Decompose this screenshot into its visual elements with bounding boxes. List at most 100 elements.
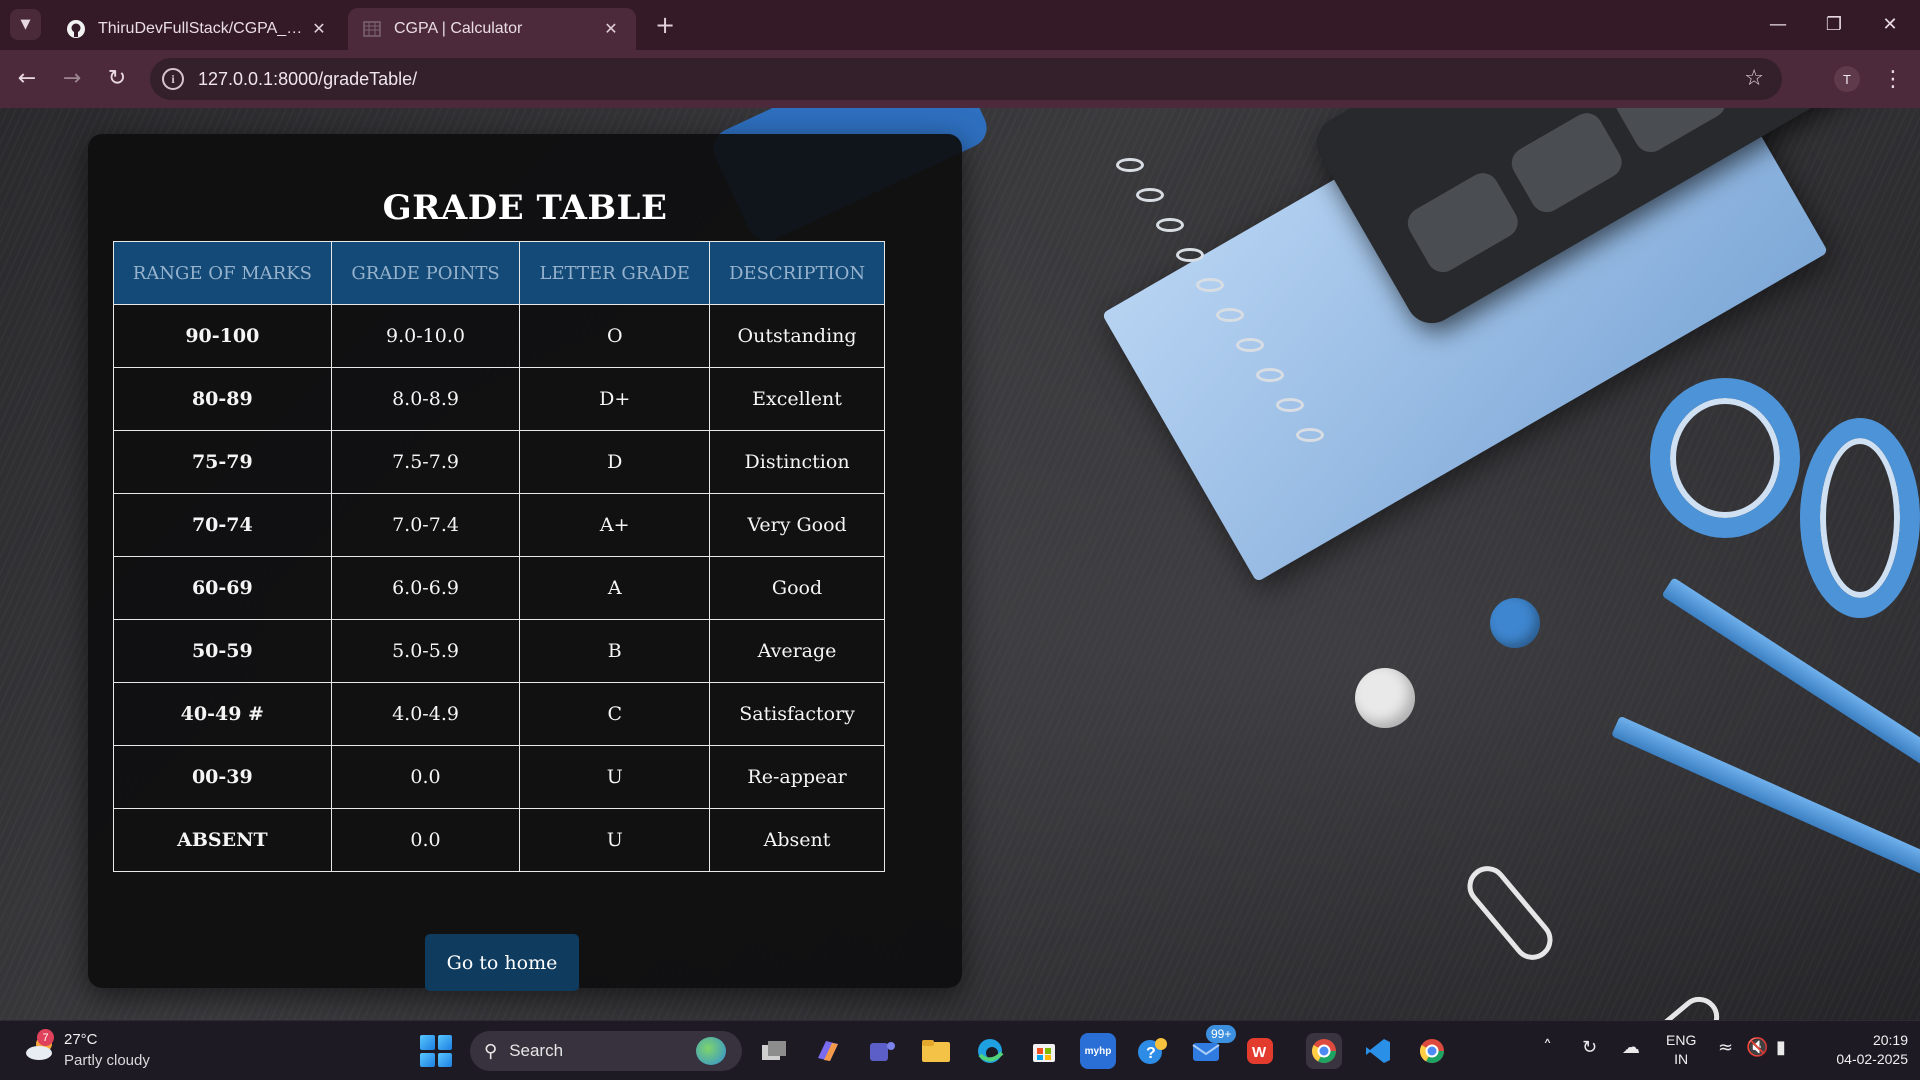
column-header-description: DESCRIPTION <box>709 241 885 305</box>
clock-date: 04-02-2025 <box>1836 1051 1908 1067</box>
system-clock[interactable]: 20:19 04-02-2025 <box>1818 1031 1908 1069</box>
chrome-profile-icon[interactable] <box>1414 1033 1450 1069</box>
cell-description: Excellent <box>709 367 885 431</box>
windows-taskbar: 7 27°C Partly cloudy ⚲ Search myhp ? 99+… <box>0 1020 1920 1080</box>
weather-alert-badge: 7 <box>37 1029 54 1046</box>
tab-title: ThiruDevFullStack/CGPA_Calculator <box>98 20 308 37</box>
minimize-icon: — <box>1769 13 1787 35</box>
chrome-icon[interactable] <box>1306 1033 1342 1069</box>
browser-menu-icon[interactable]: ⋮ <box>1880 64 1906 94</box>
site-info-icon[interactable]: i <box>162 68 184 90</box>
windows-start-icon[interactable] <box>420 1035 452 1067</box>
volume-muted-icon[interactable]: 🔇 <box>1746 1037 1768 1058</box>
cell-letter: C <box>519 682 711 746</box>
cell-points: 7.5-7.9 <box>330 430 521 494</box>
weather-temperature[interactable]: 27°C <box>64 1031 98 1048</box>
notebook-spiral-image <box>1110 138 1410 538</box>
cell-marks: ABSENT <box>113 808 332 872</box>
cell-description: Outstanding <box>709 304 885 368</box>
address-bar[interactable]: i 127.0.0.1:8000/gradeTable/ ☆ <box>150 58 1782 100</box>
table-row: ABSENT 0.0 U Absent <box>113 808 885 872</box>
close-icon[interactable]: ✕ <box>600 19 622 39</box>
tab-github[interactable]: ThiruDevFullStack/CGPA_Calculator ✕ <box>52 8 344 50</box>
cloud-alert-icon[interactable]: ☁ <box>1622 1037 1640 1058</box>
edge-icon[interactable] <box>972 1033 1008 1069</box>
svg-text:W: W <box>1252 1044 1267 1061</box>
svg-text:?: ? <box>1146 1045 1156 1062</box>
cell-marks: 80-89 <box>113 367 332 431</box>
cell-points: 7.0-7.4 <box>330 493 521 557</box>
paperclip-image <box>1459 858 1561 968</box>
region-code: IN <box>1674 1051 1689 1067</box>
cell-marks: 60-69 <box>113 556 332 620</box>
reload-button[interactable]: ↻ <box>100 61 134 95</box>
language-code: ENG <box>1666 1032 1697 1048</box>
cell-description: Distinction <box>709 430 885 494</box>
grade-table-card: GRADE TABLE RANGE OF MARKS GRADE POINTS … <box>88 134 962 991</box>
language-indicator[interactable]: ENG IN <box>1666 1031 1696 1069</box>
new-tab-button[interactable]: + <box>650 10 680 40</box>
cell-points: 5.0-5.9 <box>330 619 521 683</box>
page-title: GRADE TABLE <box>382 188 668 228</box>
cell-points: 9.0-10.0 <box>330 304 521 368</box>
url-text[interactable]: 127.0.0.1:8000/gradeTable/ <box>198 69 417 90</box>
task-view-icon[interactable] <box>756 1033 792 1069</box>
close-window-button[interactable]: ✕ <box>1868 6 1912 42</box>
taskbar-search[interactable]: ⚲ Search <box>470 1031 742 1071</box>
cell-marks: 70-74 <box>113 493 332 557</box>
browser-toolbar: ← → ↻ i 127.0.0.1:8000/gradeTable/ ☆ T ⋮ <box>0 50 1920 108</box>
table-row: 80-89 8.0-8.9 D+ Excellent <box>113 367 885 431</box>
table-row: 40-49 # 4.0-4.9 C Satisfactory <box>113 682 885 746</box>
table-row: 50-59 5.0-5.9 B Average <box>113 619 885 683</box>
battery-icon[interactable]: ▮ <box>1776 1037 1786 1058</box>
minimize-button[interactable]: — <box>1756 6 1800 42</box>
wps-office-icon[interactable]: W <box>1242 1033 1278 1069</box>
help-icon[interactable]: ? <box>1134 1033 1170 1069</box>
close-icon[interactable]: ✕ <box>308 19 330 39</box>
cell-marks: 75-79 <box>113 430 332 494</box>
table-row: 60-69 6.0-6.9 A Good <box>113 556 885 620</box>
cell-letter: A <box>519 556 711 620</box>
restore-button[interactable]: ❐ <box>1812 6 1856 42</box>
go-to-home-button[interactable]: Go to home <box>425 934 579 991</box>
tab-search-button[interactable]: ▼ <box>10 9 41 40</box>
search-icon: ⚲ <box>484 1040 498 1062</box>
plus-icon: + <box>654 11 676 39</box>
white-pushpin-image <box>1355 668 1415 728</box>
page-background: GRADE TABLE RANGE OF MARKS GRADE POINTS … <box>0 108 1920 1020</box>
wifi-icon[interactable]: ≈ <box>1718 1037 1733 1058</box>
cell-points: 8.0-8.9 <box>330 367 521 431</box>
paperclip-image <box>1632 988 1728 1020</box>
cell-marks: 00-39 <box>113 745 332 809</box>
arrow-left-icon: ← <box>17 65 37 91</box>
teams-icon[interactable] <box>864 1033 900 1069</box>
column-header-points: GRADE POINTS <box>330 241 521 305</box>
cell-description: Very Good <box>709 493 885 557</box>
file-explorer-icon[interactable] <box>918 1033 954 1069</box>
chevron-up-icon[interactable]: ˄ <box>1543 1037 1552 1058</box>
bookmark-star-icon[interactable]: ☆ <box>1744 66 1764 91</box>
mail-count-badge: 99+ <box>1206 1025 1237 1043</box>
search-highlight-icon <box>696 1037 726 1065</box>
microsoft-store-icon[interactable] <box>1026 1033 1062 1069</box>
cell-letter: D <box>519 430 711 494</box>
cell-letter: D+ <box>519 367 711 431</box>
cell-letter: U <box>519 745 711 809</box>
sync-icon[interactable]: ↻ <box>1582 1037 1597 1058</box>
blue-pushpin-image <box>1490 598 1540 648</box>
vscode-icon[interactable] <box>1360 1033 1396 1069</box>
weather-condition[interactable]: Partly cloudy <box>64 1052 150 1069</box>
cell-description: Re-appear <box>709 745 885 809</box>
myhp-icon[interactable]: myhp <box>1080 1033 1116 1069</box>
cell-letter: U <box>519 808 711 872</box>
tab-cgpa-calculator[interactable]: CGPA | Calculator ✕ <box>348 8 636 50</box>
cell-description: Absent <box>709 808 885 872</box>
tab-strip: ▼ ThiruDevFullStack/CGPA_Calculator ✕ CG… <box>0 0 1920 50</box>
profile-avatar[interactable]: T <box>1834 66 1860 92</box>
forward-button[interactable]: → <box>55 61 89 95</box>
back-button[interactable]: ← <box>10 61 44 95</box>
github-icon <box>66 19 86 39</box>
cell-letter: O <box>519 304 711 368</box>
table-row: 75-79 7.5-7.9 D Distinction <box>113 430 885 494</box>
copilot-icon[interactable] <box>810 1033 846 1069</box>
